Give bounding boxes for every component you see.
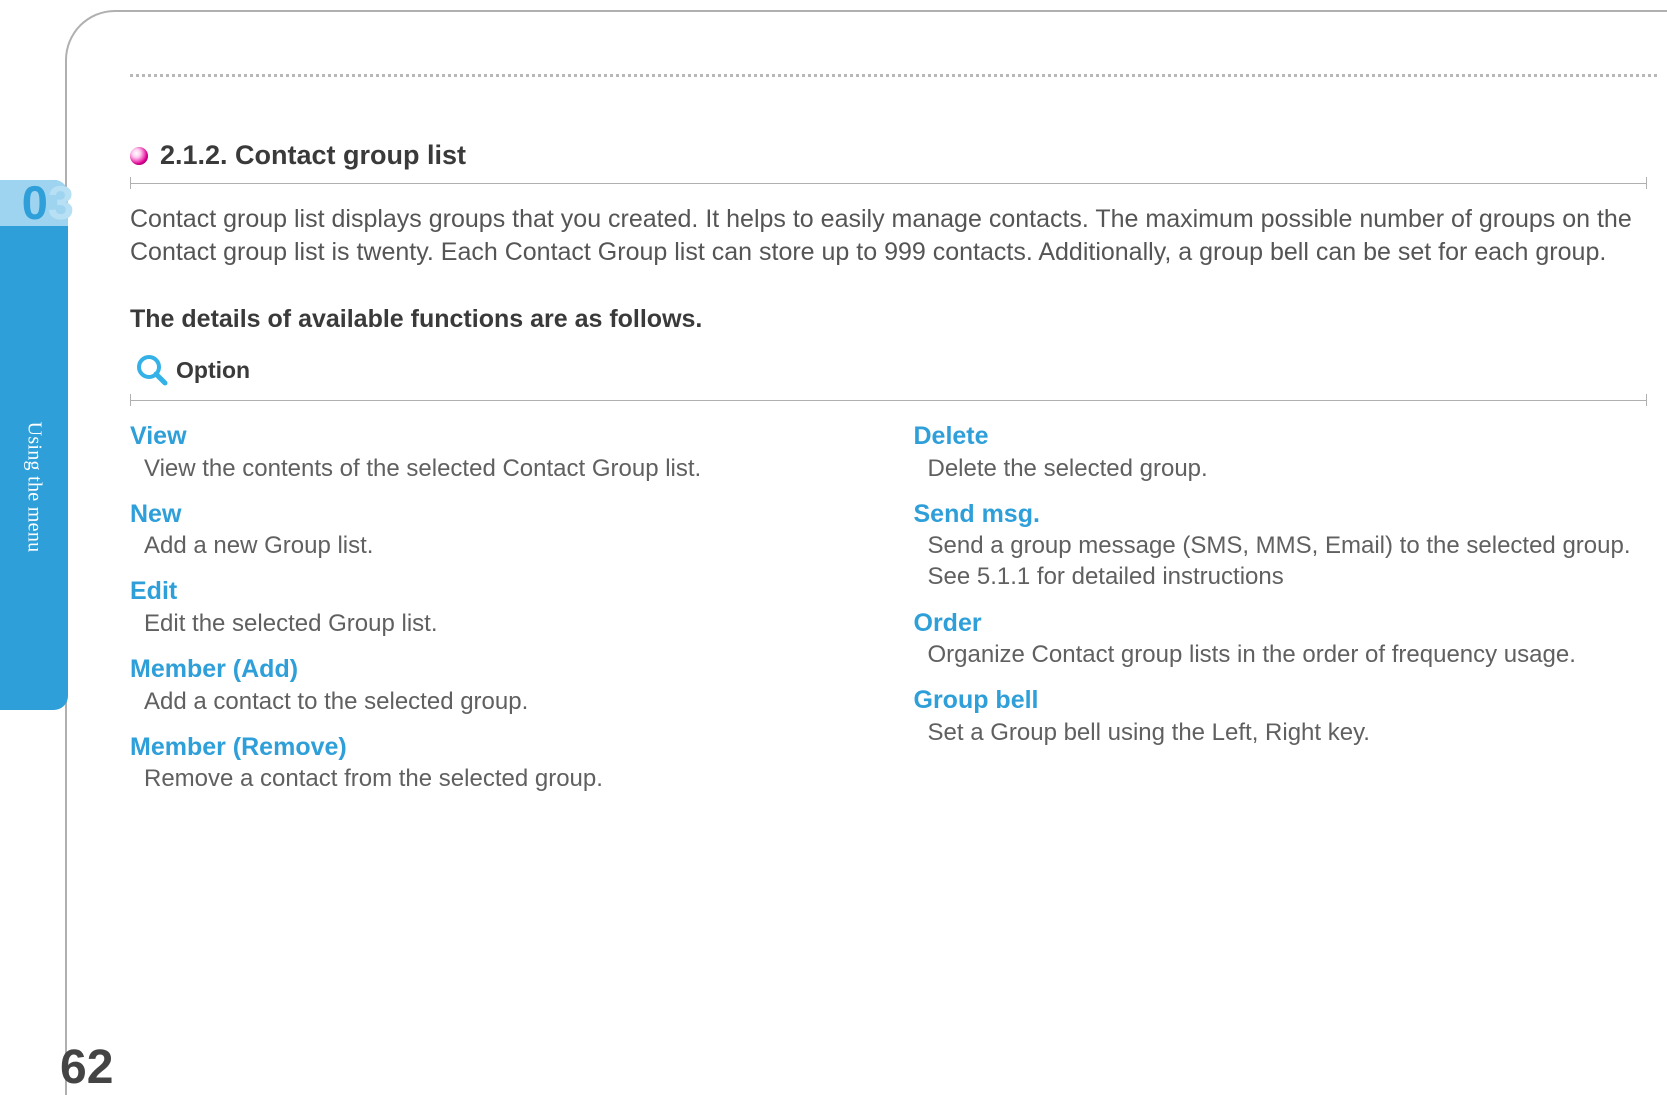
option-title: Edit xyxy=(130,575,864,608)
magnifier-icon xyxy=(134,352,170,388)
option-description: Add a contact to the selected group. xyxy=(130,686,864,717)
option-item: New Add a new Group list. xyxy=(130,498,864,562)
option-title: Order xyxy=(914,607,1648,640)
option-title: View xyxy=(130,420,864,453)
option-title: Send msg. xyxy=(914,498,1648,531)
option-header: Option xyxy=(130,352,1647,388)
option-item: Delete Delete the selected group. xyxy=(914,420,1648,484)
option-item: Member (Add) Add a contact to the select… xyxy=(130,653,864,717)
option-item: View View the contents of the selected C… xyxy=(130,420,864,484)
option-description: Set a Group bell using the Left, Right k… xyxy=(914,717,1648,748)
section-heading-row: 2.1.2. Contact group list xyxy=(130,140,1647,171)
options-column-right: Delete Delete the selected group. Send m… xyxy=(914,420,1648,808)
option-description: Delete the selected group. xyxy=(914,453,1648,484)
option-underline xyxy=(130,394,1647,406)
option-description: Remove a contact from the selected group… xyxy=(130,763,864,794)
chapter-tab: 03 Using the menu xyxy=(0,180,68,710)
details-subheading: The details of available functions are a… xyxy=(130,305,1647,334)
chapter-label: Using the menu xyxy=(23,422,46,553)
option-item: Order Organize Contact group lists in th… xyxy=(914,607,1648,671)
option-item: Edit Edit the selected Group list. xyxy=(130,575,864,639)
option-item: Send msg. Send a group message (SMS, MMS… xyxy=(914,498,1648,593)
options-column-left: View View the contents of the selected C… xyxy=(130,420,864,808)
option-label: Option xyxy=(176,357,250,384)
options-columns: View View the contents of the selected C… xyxy=(130,420,1647,808)
page-number: 62 xyxy=(60,1040,113,1095)
option-title: Group bell xyxy=(914,684,1648,717)
option-description: Organize Contact group lists in the orde… xyxy=(914,639,1648,670)
dotted-divider xyxy=(130,74,1657,77)
section-intro: Contact group list displays groups that … xyxy=(130,203,1647,269)
option-description: Add a new Group list. xyxy=(130,530,864,561)
heading-underline xyxy=(130,177,1647,189)
content-area: 2.1.2. Contact group list Contact group … xyxy=(130,140,1647,1035)
option-description: Send a group message (SMS, MMS, Email) t… xyxy=(914,530,1648,592)
chapter-number-digit-1: 0 xyxy=(22,176,48,229)
option-title: New xyxy=(130,498,864,531)
option-item: Group bell Set a Group bell using the Le… xyxy=(914,684,1648,748)
option-title: Delete xyxy=(914,420,1648,453)
option-title: Member (Add) xyxy=(130,653,864,686)
option-description: View the contents of the selected Contac… xyxy=(130,453,864,484)
chapter-number: 03 xyxy=(0,180,74,226)
section-heading: 2.1.2. Contact group list xyxy=(160,140,466,171)
option-item: Member (Remove) Remove a contact from th… xyxy=(130,731,864,795)
bullet-icon xyxy=(130,147,148,165)
option-description: Edit the selected Group list. xyxy=(130,608,864,639)
chapter-number-digit-2: 3 xyxy=(48,176,74,229)
option-title: Member (Remove) xyxy=(130,731,864,764)
